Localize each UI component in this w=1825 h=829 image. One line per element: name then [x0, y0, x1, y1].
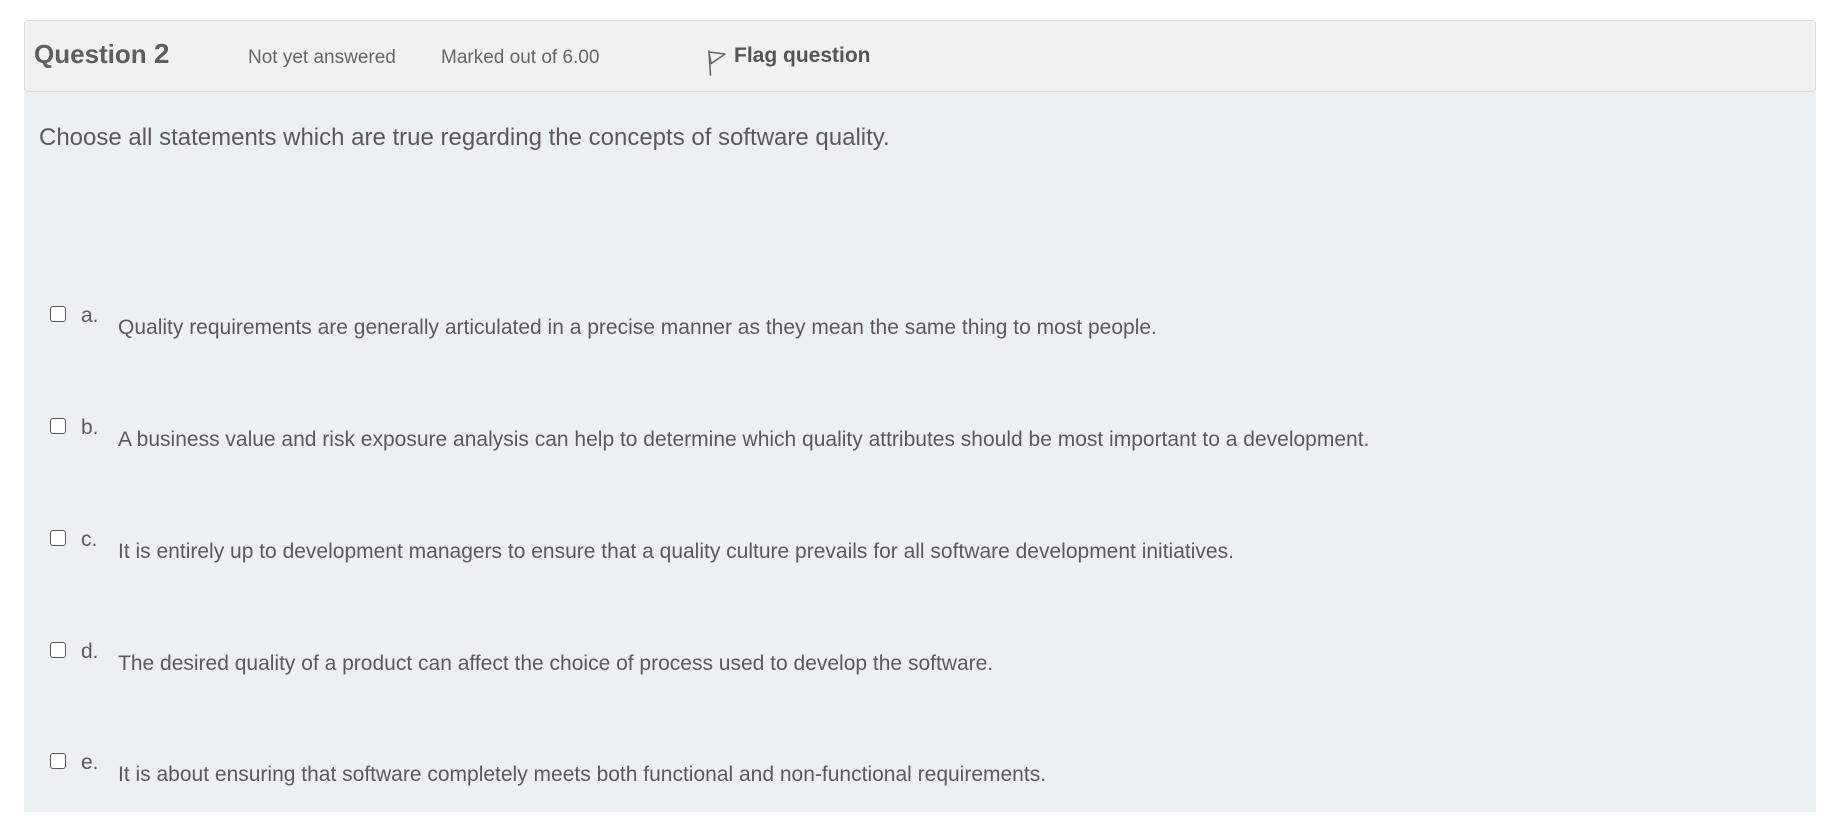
answer-letter-a: a. [81, 304, 99, 327]
flag-question-button[interactable]: Flag question [706, 43, 871, 76]
answer-checkbox-e[interactable] [50, 753, 66, 769]
answer-option-e[interactable]: e. It is about ensuring that software co… [24, 751, 1816, 813]
answer-option-c[interactable]: c. It is entirely up to development mana… [24, 528, 1816, 590]
answer-text-e: It is about ensuring that software compl… [118, 763, 1047, 786]
question-info-bar: Question 2 Not yet answered Marked out o… [24, 20, 1816, 92]
question-state: Not yet answered [248, 47, 396, 68]
answer-checkbox-d[interactable] [50, 642, 66, 658]
answer-option-b[interactable]: b. A business value and risk exposure an… [24, 416, 1816, 478]
answer-checkbox-a[interactable] [50, 306, 66, 322]
question-grade: Marked out of 6.00 [441, 47, 600, 68]
answer-text-b: A business value and risk exposure analy… [118, 428, 1370, 451]
answer-checkbox-b[interactable] [50, 418, 66, 434]
flag-icon [706, 49, 728, 77]
answer-letter-b: b. [81, 416, 99, 439]
question-title: Question 2 [34, 38, 169, 70]
answer-text-d: The desired quality of a product can aff… [118, 652, 994, 675]
answer-checkbox-c[interactable] [50, 530, 66, 546]
question-text: Choose all statements which are true reg… [39, 124, 890, 151]
question-content: Choose all statements which are true reg… [24, 92, 1816, 812]
answer-letter-c: c. [81, 528, 98, 551]
question-number: 2 [153, 38, 170, 69]
flag-question-label: Flag question [734, 44, 871, 67]
question-title-prefix: Question [34, 39, 154, 69]
answer-option-d[interactable]: d. The desired quality of a product can … [24, 640, 1816, 702]
question-container: Question 2 Not yet answered Marked out o… [24, 20, 1816, 812]
answer-option-a[interactable]: a. Quality requirements are generally ar… [24, 304, 1816, 366]
answer-letter-d: d. [81, 640, 99, 663]
answer-text-c: It is entirely up to development manager… [118, 540, 1234, 563]
answer-letter-e: e. [81, 751, 99, 774]
answer-text-a: Quality requirements are generally artic… [118, 316, 1157, 339]
